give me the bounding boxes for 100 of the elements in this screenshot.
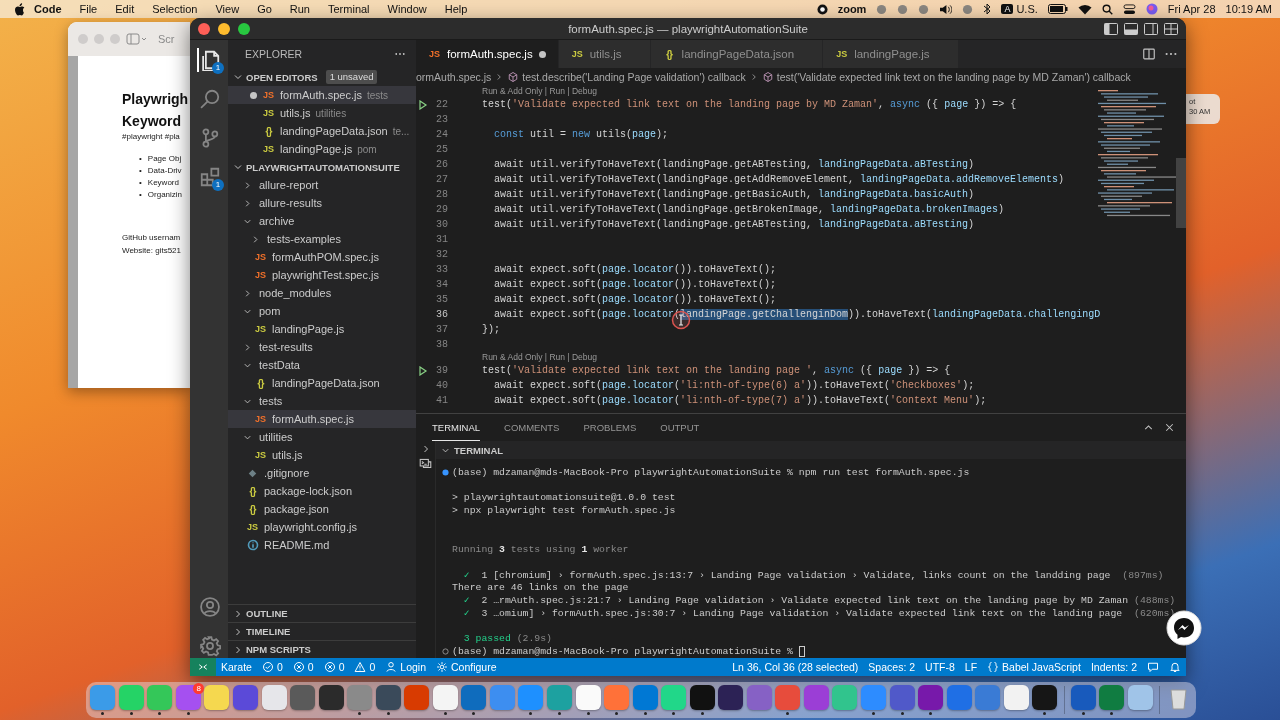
menu-item[interactable]: File: [70, 3, 107, 15]
status-item[interactable]: Spaces: 2: [863, 658, 921, 676]
circle-icon[interactable]: [962, 3, 974, 15]
app-icon[interactable]: [718, 685, 744, 710]
editor-tab[interactable]: JS formAuth.spec.js: [416, 40, 559, 68]
breadcrumb-item[interactable]: test('Validate expected link text on the landing page by MD Zaman') callback: [761, 71, 1131, 83]
search-icon[interactable]: [1101, 3, 1113, 15]
circle-icon[interactable]: [918, 3, 930, 15]
status-item[interactable]: LF: [959, 658, 983, 676]
activity-extensions-button[interactable]: 1: [197, 165, 221, 189]
panel-tab[interactable]: COMMENTS: [504, 414, 560, 441]
close-window-button[interactable]: [198, 22, 210, 35]
menu-item[interactable]: Selection: [143, 3, 207, 15]
app-icon[interactable]: [689, 685, 715, 710]
section-header[interactable]: TERMINAL: [436, 441, 1186, 459]
layout-icon[interactable]: [1124, 22, 1138, 35]
explorer-file[interactable]: JS formAuth.spec.js: [228, 410, 416, 428]
minimize-window-button[interactable]: [218, 22, 230, 35]
explorer-file[interactable]: JS landingPage.js: [228, 320, 416, 338]
status-item[interactable]: 0: [318, 658, 350, 676]
activity-account-button[interactable]: [197, 595, 221, 619]
layout-icon[interactable]: [1164, 22, 1178, 35]
menu-item[interactable]: Run: [280, 3, 319, 15]
bluetooth-icon[interactable]: [983, 3, 992, 15]
app-icon[interactable]: [375, 685, 401, 710]
status-item[interactable]: Configure: [431, 658, 502, 676]
status-item[interactable]: Indents: 2: [1085, 658, 1142, 676]
wifi-icon[interactable]: [1077, 3, 1092, 15]
panel-tab[interactable]: PROBLEMS: [583, 414, 637, 441]
section-header[interactable]: PLAYWRIGHTAUTOMATIONSUITE: [228, 158, 416, 176]
app-icon[interactable]: [318, 685, 344, 710]
open-editor-item[interactable]: JS formAuth.spec.js tests: [228, 86, 416, 104]
app-icon[interactable]: [1003, 685, 1029, 710]
menubar-label[interactable]: zoom: [837, 3, 867, 15]
explorer-file[interactable]: JS playwright.config.js: [228, 518, 416, 536]
breadcrumb-item[interactable]: ormAuth.spec.js: [416, 71, 492, 83]
codelens-links[interactable]: Run & Add Only | Run | Debug: [482, 352, 597, 362]
explorer-file[interactable]: JS formAuthPOM.spec.js: [228, 248, 416, 266]
siri-icon[interactable]: [1145, 3, 1158, 15]
app-icon[interactable]: [575, 685, 601, 710]
explorer-file[interactable]: .gitignore: [228, 464, 416, 482]
app-icon[interactable]: [918, 685, 944, 710]
scrollbar-thumb[interactable]: [1176, 158, 1186, 228]
explorer-file[interactable]: {} package-lock.json: [228, 482, 416, 500]
dock-item[interactable]: [432, 683, 459, 717]
activity-files-button[interactable]: 1: [197, 48, 221, 72]
menu-item[interactable]: Help: [435, 3, 477, 15]
section-header[interactable]: TIMELINE: [228, 622, 416, 640]
record-icon[interactable]: [816, 3, 828, 15]
explorer-file[interactable]: JS utils.js: [228, 446, 416, 464]
codelens-links[interactable]: Run & Add Only | Run | Debug: [482, 86, 597, 96]
menubar-time[interactable]: 10:19 AM: [1225, 3, 1272, 15]
sidebar-toggle-icon[interactable]: [126, 33, 148, 45]
dock-item[interactable]: [689, 683, 716, 717]
app-icon[interactable]: 8: [175, 685, 201, 710]
explorer-file[interactable]: {} landingPageData.json: [228, 374, 416, 392]
dock-item[interactable]: [1032, 683, 1058, 717]
explorer-folder[interactable]: allure-report: [228, 176, 416, 194]
circle-icon[interactable]: [876, 3, 888, 15]
toggle-icon[interactable]: [1122, 3, 1136, 15]
editor-tab[interactable]: JS utils.js: [558, 40, 651, 68]
speaker-icon[interactable]: [939, 3, 953, 15]
open-editor-item[interactable]: {} landingPageData.json te...: [228, 122, 416, 140]
activity-settings-button[interactable]: [197, 634, 221, 658]
run-icon[interactable]: [418, 365, 428, 376]
apple-logo[interactable]: [14, 2, 25, 16]
remote-button[interactable]: [190, 658, 216, 676]
zoom-window-button[interactable]: [238, 22, 250, 35]
explorer-folder[interactable]: node_modules: [228, 284, 416, 302]
explorer-folder[interactable]: allure-results: [228, 194, 416, 212]
status-item[interactable]: Karate: [216, 658, 257, 676]
explorer-folder[interactable]: test-results: [228, 338, 416, 356]
explorer-file[interactable]: JS playwrightTest.spec.js: [228, 266, 416, 284]
dock-item[interactable]: 8: [175, 683, 202, 717]
status-item[interactable]: UTF-8: [920, 658, 960, 676]
menu-item[interactable]: Terminal: [319, 3, 379, 15]
dock-item[interactable]: [917, 683, 944, 717]
section-header[interactable]: OUTLINE: [228, 604, 416, 622]
editor-tab[interactable]: JS landingPage.js: [823, 40, 959, 68]
open-editor-item[interactable]: JS utils.js utilities: [228, 104, 416, 122]
breadcrumb-item[interactable]: test.describe('Landing Page validation') callback: [507, 71, 746, 83]
dock-item[interactable]: [375, 683, 401, 717]
explorer-file[interactable]: README.md: [228, 536, 416, 554]
explorer-folder[interactable]: pom: [228, 302, 416, 320]
explorer-file[interactable]: {} package.json: [228, 500, 416, 518]
explorer-folder[interactable]: archive: [228, 212, 416, 230]
dock-item[interactable]: [575, 683, 601, 717]
explorer-folder[interactable]: tests-examples: [228, 230, 416, 248]
app-menu[interactable]: Code: [25, 3, 71, 15]
input-source-menu[interactable]: A U.S.: [1001, 3, 1038, 15]
status-item[interactable]: Login: [380, 658, 431, 676]
layout-icon[interactable]: [1144, 22, 1158, 35]
explorer-folder[interactable]: utilities: [228, 428, 416, 446]
menu-item[interactable]: Window: [378, 3, 436, 15]
panel-tab[interactable]: OUTPUT: [660, 414, 700, 441]
run-icon[interactable]: [418, 99, 428, 110]
circle-icon[interactable]: [897, 3, 909, 15]
menu-item[interactable]: View: [206, 3, 249, 15]
status-item[interactable]: 0: [256, 658, 288, 676]
status-item[interactable]: 0: [287, 658, 319, 676]
